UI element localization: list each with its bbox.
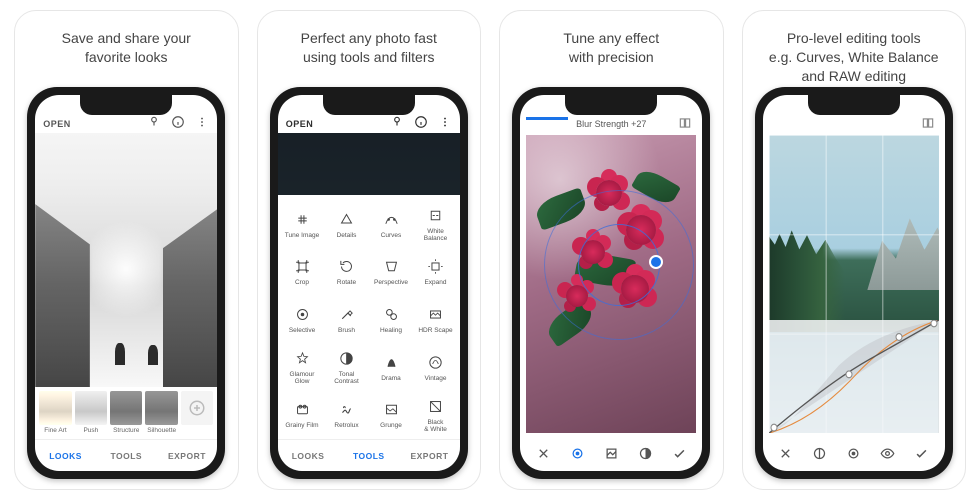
blur-center-handle[interactable] [649,255,663,269]
photo-preview[interactable] [769,135,939,433]
channel-luminance-button[interactable] [803,446,837,461]
caption-4: Pro-level editing tools e.g. Curves, Whi… [761,29,947,87]
tool-glamour-glow[interactable]: Glamour Glow [280,344,325,392]
tool-perspective[interactable]: Perspective [369,249,414,297]
screenshot-card-2: Perfect any photo fast using tools and f… [257,10,482,490]
look-item-push[interactable]: Push [75,391,107,434]
phone-frame-1: OPEN [27,87,225,479]
tab-tools[interactable]: TOOLS [96,440,157,471]
caption-2: Perfect any photo fast using tools and f… [293,29,445,87]
info-icon[interactable] [171,115,185,129]
look-item-fine-art[interactable]: Fine Art [39,391,71,434]
info-icon[interactable] [414,115,428,129]
visibility-button[interactable] [871,446,905,461]
tool-white-balance[interactable]: White Balance [413,201,458,249]
apply-button[interactable] [905,446,939,461]
look-item-silhouette[interactable]: Silhouette [145,391,177,434]
photo-preview[interactable] [526,135,696,433]
tool-drama[interactable]: Drama [369,344,414,392]
more-icon[interactable] [438,115,452,129]
more-icon[interactable] [195,115,209,129]
look-add[interactable] [181,391,213,434]
tool-black-white[interactable]: Black & White [413,391,458,439]
screenshot-card-1: Save and share your favorite looks OPEN [14,10,239,490]
tab-export[interactable]: EXPORT [399,440,460,471]
blur-radius-inner[interactable] [578,224,660,306]
tool-hdr-scape[interactable]: HDR Scape [413,296,458,344]
invert-button[interactable] [628,446,662,461]
tab-tools[interactable]: TOOLS [338,440,399,471]
cancel-button[interactable] [526,446,560,461]
channel-select-button[interactable] [837,446,871,461]
cancel-button[interactable] [769,446,803,461]
bottom-tabs: LOOKS TOOLS EXPORT [278,439,460,471]
looks-strip: Fine Art Push Structure Silhouette [35,387,217,439]
tool-retrolux[interactable]: Retrolux [324,391,369,439]
screenshot-card-4: Pro-level editing tools e.g. Curves, Whi… [742,10,967,490]
look-item-structure[interactable]: Structure [110,391,142,434]
compare-icon[interactable] [678,116,692,130]
slider-label: Blur Strength +27 [576,119,646,129]
shape-circle-button[interactable] [560,446,594,461]
bottom-tabs: LOOKS TOOLS EXPORT [35,439,217,471]
tool-details[interactable]: Details [324,201,369,249]
tool-curves[interactable]: Curves [369,201,414,249]
tool-grunge[interactable]: Grunge [369,391,414,439]
photo-preview[interactable] [35,133,217,387]
tab-export[interactable]: EXPORT [157,440,218,471]
apply-button[interactable] [662,446,696,461]
slider-progress [526,117,568,120]
tool-grainy-film[interactable]: Grainy Film [280,391,325,439]
tool-brush[interactable]: Brush [324,296,369,344]
tab-looks[interactable]: LOOKS [278,440,339,471]
tool-tonal-contrast[interactable]: Tonal Contrast [324,344,369,392]
screenshot-card-3: Tune any effect with precision Blur Stre… [499,10,724,490]
tool-tune-image[interactable]: Tune Image [280,201,325,249]
tool-vintage[interactable]: Vintage [413,344,458,392]
adjust-button[interactable] [594,446,628,461]
tool-crop[interactable]: Crop [280,249,325,297]
phone-frame-3: Blur Strength +27 [512,87,710,479]
tab-looks[interactable]: LOOKS [35,440,96,471]
tool-expand[interactable]: Expand [413,249,458,297]
brush-icon[interactable] [147,115,161,129]
edit-toolbar [763,435,945,471]
curves-editor[interactable] [769,320,939,433]
tool-rotate[interactable]: Rotate [324,249,369,297]
brush-icon[interactable] [390,115,404,129]
open-button[interactable]: OPEN [43,119,71,129]
open-button[interactable]: OPEN [286,119,314,129]
tool-healing[interactable]: Healing [369,296,414,344]
edit-toolbar [520,435,702,471]
caption-3: Tune any effect with precision [555,29,667,87]
phone-frame-2: OPEN Tune Imag [270,87,468,479]
tools-sheet: Tune ImageDetailsCurvesWhite Balance Crop… [278,195,460,471]
phone-frame-4 [755,87,953,479]
compare-icon[interactable] [921,116,935,130]
tool-selective[interactable]: Selective [280,296,325,344]
caption-1: Save and share your favorite looks [54,29,199,87]
